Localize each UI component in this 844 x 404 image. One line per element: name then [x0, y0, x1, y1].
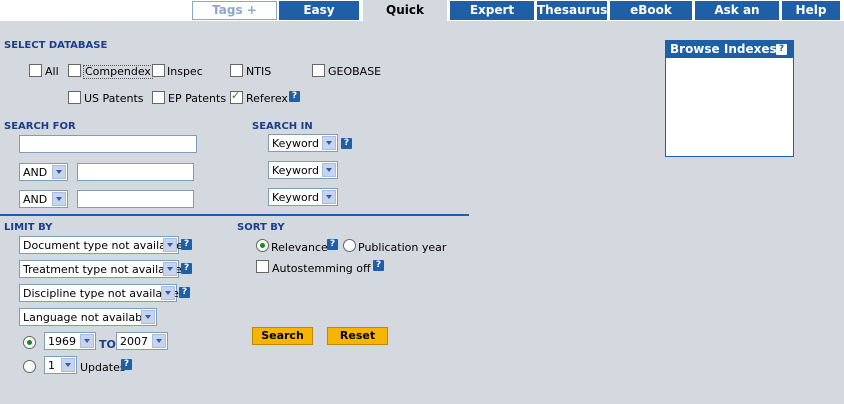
tab-ask-an-expert[interactable]: Ask an Expert — [695, 1, 779, 36]
sort-by-heading: SORT BY — [237, 222, 285, 233]
quick-search-form: SELECT DATABASE All Compendex Inspec NTI… — [0, 21, 844, 404]
chevron-down-icon — [322, 163, 336, 177]
year-from-select[interactable]: 1969 — [44, 332, 96, 350]
chevron-down-icon — [322, 136, 336, 150]
label-referex: Referex — [246, 92, 288, 105]
checkbox-referex[interactable] — [230, 89, 243, 104]
label-inspec: Inspec — [167, 65, 203, 78]
boolean-operator-3-value: AND — [23, 193, 48, 206]
sort-relevance-label: Relevance — [271, 241, 328, 254]
search-in-help-icon[interactable]: ? — [341, 138, 352, 149]
chevron-down-icon — [52, 165, 66, 179]
search-in-heading: SEARCH IN — [252, 121, 313, 132]
autostemming-label: Autostemming off — [272, 262, 371, 275]
checkbox-geobase[interactable] — [312, 64, 325, 77]
checkbox-inspec[interactable] — [152, 64, 165, 77]
year-from-value: 1969 — [48, 335, 76, 348]
section-divider — [0, 214, 469, 216]
reset-button[interactable]: Reset — [327, 327, 388, 345]
boolean-operator-select-2[interactable]: AND — [19, 163, 68, 181]
checkbox-us-patents[interactable] — [68, 91, 81, 104]
search-for-heading: SEARCH FOR — [4, 121, 76, 132]
chevron-down-icon — [141, 310, 155, 324]
treatment-type-help-icon[interactable]: ? — [181, 263, 192, 274]
discipline-type-select[interactable]: Discipline type not available — [19, 284, 179, 302]
chevron-down-icon — [163, 262, 177, 276]
tab-thesaurus[interactable]: Thesaurus — [537, 1, 607, 20]
select-database-heading: SELECT DATABASE — [4, 40, 108, 51]
boolean-operator-select-3[interactable]: AND — [19, 190, 68, 208]
sort-relevance-help-icon[interactable]: ? — [327, 239, 338, 250]
year-to-value: 2007 — [120, 335, 148, 348]
tab-easy-search[interactable]: Easy Search — [279, 1, 359, 36]
chevron-down-icon — [152, 334, 166, 348]
limit-by-heading: LIMIT BY — [4, 222, 53, 233]
treatment-type-select[interactable]: Treatment type not available — [19, 260, 182, 278]
chevron-down-icon — [322, 190, 336, 204]
search-in-select-2-value: Keyword — [272, 164, 319, 177]
discipline-type-value: Discipline type not available — [23, 287, 179, 300]
boolean-operator-2-value: AND — [23, 166, 48, 179]
updates-value: 1 — [48, 359, 55, 372]
browse-indexes-panel: Browse Indexes ? — [665, 40, 794, 157]
search-term-input-1[interactable] — [19, 135, 197, 153]
tab-expert-search[interactable]: Expert Search — [450, 1, 534, 36]
updates-radio[interactable] — [23, 360, 36, 373]
tab-help[interactable]: Help — [782, 1, 840, 20]
tab-ebook-search[interactable]: eBook Search — [610, 1, 692, 36]
to-label: TO — [99, 338, 116, 351]
search-button[interactable]: Search — [252, 327, 313, 345]
document-type-value: Document type not available — [23, 239, 183, 252]
sort-publication-year-radio[interactable] — [343, 239, 356, 252]
chevron-down-icon — [52, 192, 66, 206]
label-ep-patents: EP Patents — [168, 92, 227, 105]
browse-indexes-header: Browse Indexes ? — [666, 41, 793, 58]
search-in-select-1-value: Keyword — [272, 137, 319, 150]
sort-publication-year-label: Publication year — [358, 241, 447, 254]
browse-indexes-help-icon[interactable]: ? — [776, 44, 787, 55]
language-select[interactable]: Language not available — [19, 308, 157, 326]
discipline-type-help-icon[interactable]: ? — [179, 287, 190, 298]
updates-help-icon[interactable]: ? — [121, 359, 132, 370]
sort-relevance-radio[interactable] — [256, 239, 269, 252]
checkbox-compendex[interactable] — [68, 64, 81, 77]
label-geobase: GEOBASE — [328, 65, 382, 78]
updates-select[interactable]: 1 — [44, 356, 77, 374]
label-ntis: NTIS — [246, 65, 272, 78]
tab-quick-search[interactable]: Quick Search — [363, 0, 447, 38]
document-type-select[interactable]: Document type not available — [19, 236, 183, 254]
tab-tags-groups[interactable]: Tags + Groups — [192, 1, 277, 34]
treatment-type-value: Treatment type not available — [23, 263, 182, 276]
label-us-patents: US Patents — [84, 92, 144, 105]
autostemming-help-icon[interactable]: ? — [373, 260, 384, 271]
chevron-down-icon — [61, 358, 75, 372]
search-in-select-1[interactable]: Keyword — [268, 134, 338, 152]
document-type-help-icon[interactable]: ? — [181, 239, 192, 250]
chevron-down-icon — [163, 238, 177, 252]
search-term-input-2[interactable] — [77, 163, 194, 181]
search-in-select-2[interactable]: Keyword — [268, 161, 338, 179]
search-term-input-3[interactable] — [77, 190, 194, 208]
search-in-select-3[interactable]: Keyword — [268, 188, 338, 206]
year-to-select[interactable]: 2007 — [116, 332, 168, 350]
label-compendex: Compendex — [83, 65, 153, 79]
browse-indexes-title: Browse Indexes — [670, 42, 777, 56]
checkbox-all[interactable] — [29, 64, 42, 77]
tab-bar: Tags + Groups Easy Search Quick Search E… — [0, 0, 844, 38]
search-in-select-3-value: Keyword — [272, 191, 319, 204]
label-all: All — [45, 65, 59, 78]
autostemming-checkbox[interactable] — [256, 260, 269, 273]
chevron-down-icon — [161, 286, 175, 300]
checkbox-ep-patents[interactable] — [152, 91, 165, 104]
checkbox-ntis[interactable] — [230, 64, 243, 77]
date-range-radio[interactable] — [23, 336, 36, 349]
updates-label: Updates — [80, 361, 126, 374]
language-value: Language not available — [23, 311, 152, 324]
referex-help-icon[interactable]: ? — [289, 91, 300, 102]
chevron-down-icon — [80, 334, 94, 348]
